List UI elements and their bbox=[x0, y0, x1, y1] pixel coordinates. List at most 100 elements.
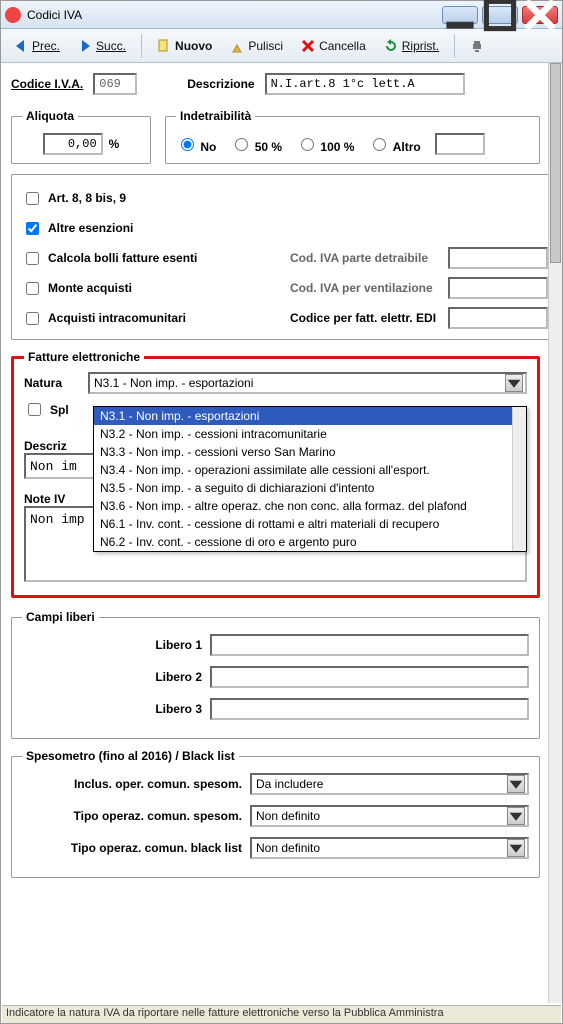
libero1-field[interactable] bbox=[210, 634, 529, 656]
aliquota-field[interactable] bbox=[43, 133, 103, 155]
vertical-scrollbar[interactable] bbox=[548, 63, 562, 1003]
fatture-elettroniche-group: Fatture elettroniche Natura N3.1 - Non i… bbox=[11, 350, 540, 598]
check-altre-esenzioni[interactable]: Altre esenzioni bbox=[22, 215, 282, 241]
window-title: Codici IVA bbox=[27, 8, 438, 22]
descriz-label: Descriz bbox=[24, 439, 80, 453]
codice-iva-field[interactable] bbox=[93, 73, 137, 95]
libero2-label: Libero 2 bbox=[22, 670, 202, 684]
inclus-combo[interactable]: Da includere bbox=[250, 773, 529, 795]
restore-button[interactable]: Riprist. bbox=[377, 35, 446, 57]
indet-legend: Indetraibilità bbox=[176, 109, 255, 123]
new-doc-icon bbox=[157, 39, 171, 53]
print-button[interactable] bbox=[463, 35, 491, 57]
cod-ventilazione-field[interactable] bbox=[448, 277, 548, 299]
campi-liberi-group: Campi liberi Libero 1 Libero 2 Libero 3 bbox=[11, 610, 540, 739]
natura-label: Natura bbox=[24, 376, 80, 390]
descrizione-field[interactable] bbox=[265, 73, 465, 95]
cod-ventilazione-label: Cod. IVA per ventilazione bbox=[290, 281, 440, 295]
natura-combo-button[interactable] bbox=[505, 374, 523, 392]
campi-liberi-legend: Campi liberi bbox=[22, 610, 99, 624]
aliquota-legend: Aliquota bbox=[22, 109, 78, 123]
scrollbar-thumb[interactable] bbox=[550, 63, 561, 263]
indet-radio-altro[interactable]: Altro bbox=[368, 135, 420, 154]
statusbar: Indicatore la natura IVA da riportare ne… bbox=[2, 1005, 561, 1023]
natura-dropdown-list[interactable]: N3.1 - Non imp. - esportazioni N3.2 - No… bbox=[93, 406, 527, 552]
clean-label: Pulisci bbox=[248, 39, 283, 53]
restore-label: Riprist. bbox=[402, 39, 439, 53]
natura-option-1[interactable]: N3.2 - Non imp. - cessioni intracomunita… bbox=[94, 425, 526, 443]
print-icon bbox=[470, 39, 484, 53]
natura-option-0[interactable]: N3.1 - Non imp. - esportazioni bbox=[94, 407, 526, 425]
check-art8[interactable]: Art. 8, 8 bis, 9 bbox=[22, 185, 282, 211]
tipo-black-combo-button[interactable] bbox=[507, 839, 525, 857]
tipo-black-combo[interactable]: Non definito bbox=[250, 837, 529, 859]
check-monte[interactable]: Monte acquisti bbox=[22, 275, 282, 301]
cod-detraibile-label: Cod. IVA parte detraibile bbox=[290, 251, 440, 265]
prev-button[interactable]: Prec. bbox=[7, 35, 67, 57]
new-button[interactable]: Nuovo bbox=[150, 35, 219, 57]
note-label: Note IV bbox=[24, 492, 80, 506]
check-bolli[interactable]: Calcola bolli fatture esenti bbox=[22, 245, 282, 271]
refresh-icon bbox=[384, 39, 398, 53]
codice-edi-field[interactable] bbox=[448, 307, 548, 329]
toolbar-separator-2 bbox=[454, 34, 455, 58]
maximize-icon bbox=[483, 0, 517, 32]
spesometro-legend: Spesometro (fino al 2016) / Black list bbox=[22, 749, 239, 763]
spl-check[interactable] bbox=[28, 403, 41, 416]
natura-option-7[interactable]: N6.2 - Inv. cont. - cessione di oro e ar… bbox=[94, 533, 526, 551]
indet-altro-field[interactable] bbox=[435, 133, 485, 155]
fatture-legend: Fatture elettroniche bbox=[24, 350, 144, 364]
next-button[interactable]: Succ. bbox=[71, 35, 133, 57]
natura-combo-value: N3.1 - Non imp. - esportazioni bbox=[94, 376, 253, 390]
clean-button[interactable]: Pulisci bbox=[223, 35, 290, 57]
aliquota-percent: % bbox=[109, 137, 120, 151]
delete-label: Cancella bbox=[319, 39, 366, 53]
tipo-black-value: Non definito bbox=[256, 841, 320, 855]
natura-combo[interactable]: N3.1 - Non imp. - esportazioni bbox=[88, 372, 527, 394]
indet-radio-50[interactable]: 50 % bbox=[230, 135, 282, 154]
inclus-label: Inclus. oper. comun. spesom. bbox=[22, 777, 242, 791]
tipo-spesom-combo[interactable]: Non definito bbox=[250, 805, 529, 827]
new-label: Nuovo bbox=[175, 39, 212, 53]
indet-radio-no[interactable]: No bbox=[176, 135, 216, 154]
toolbar-separator bbox=[141, 34, 142, 58]
natura-option-3[interactable]: N3.4 - Non imp. - operazioni assimilate … bbox=[94, 461, 526, 479]
minimize-button[interactable] bbox=[442, 6, 478, 24]
toolbar: Prec. Succ. Nuovo Pulisci Cancella Ripri… bbox=[1, 29, 562, 63]
natura-option-5[interactable]: N3.6 - Non imp. - altre operaz. che non … bbox=[94, 497, 526, 515]
chevron-down-icon bbox=[508, 840, 524, 856]
indetraibilita-group: Indetraibilità No 50 % 100 % Altro bbox=[165, 109, 540, 164]
natura-option-6[interactable]: N6.1 - Inv. cont. - cessione di rottami … bbox=[94, 515, 526, 533]
delete-button[interactable]: Cancella bbox=[294, 35, 373, 57]
libero3-field[interactable] bbox=[210, 698, 529, 720]
spl-label: Spl bbox=[50, 403, 69, 417]
x-icon bbox=[301, 39, 315, 53]
chevron-down-icon bbox=[508, 808, 524, 824]
indet-radio-100[interactable]: 100 % bbox=[296, 135, 354, 154]
chevron-down-icon bbox=[508, 776, 524, 792]
checks-group: Art. 8, 8 bis, 9 Altre esenzioni Calcola… bbox=[11, 174, 548, 340]
cod-detraibile-field[interactable] bbox=[448, 247, 548, 269]
inclus-combo-button[interactable] bbox=[507, 775, 525, 793]
prev-label: Prec. bbox=[32, 39, 60, 53]
natura-option-2[interactable]: N3.3 - Non imp. - cessioni verso San Mar… bbox=[94, 443, 526, 461]
chevron-down-icon bbox=[506, 375, 522, 391]
dropdown-scrollbar[interactable] bbox=[512, 407, 526, 551]
tipo-black-label: Tipo operaz. comun. black list bbox=[22, 841, 242, 855]
minimize-icon bbox=[443, 0, 477, 32]
maximize-button[interactable] bbox=[482, 6, 518, 24]
codice-edi-label: Codice per fatt. elettr. EDI bbox=[290, 311, 440, 325]
libero3-label: Libero 3 bbox=[22, 702, 202, 716]
close-button[interactable] bbox=[522, 6, 558, 24]
check-intra[interactable]: Acquisti intracomunitari bbox=[22, 305, 282, 331]
libero1-label: Libero 1 bbox=[22, 638, 202, 652]
codice-iva-label: Codice I.V.A. bbox=[11, 77, 83, 91]
tipo-spesom-combo-button[interactable] bbox=[507, 807, 525, 825]
libero2-field[interactable] bbox=[210, 666, 529, 688]
natura-option-4[interactable]: N3.5 - Non imp. - a seguito di dichiaraz… bbox=[94, 479, 526, 497]
client-area: Codice I.V.A. Descrizione Aliquota % Ind… bbox=[1, 63, 548, 1003]
arrow-right-icon bbox=[78, 39, 92, 53]
aliquota-group: Aliquota % bbox=[11, 109, 151, 164]
inclus-combo-value: Da includere bbox=[256, 777, 323, 791]
arrow-left-icon bbox=[14, 39, 28, 53]
